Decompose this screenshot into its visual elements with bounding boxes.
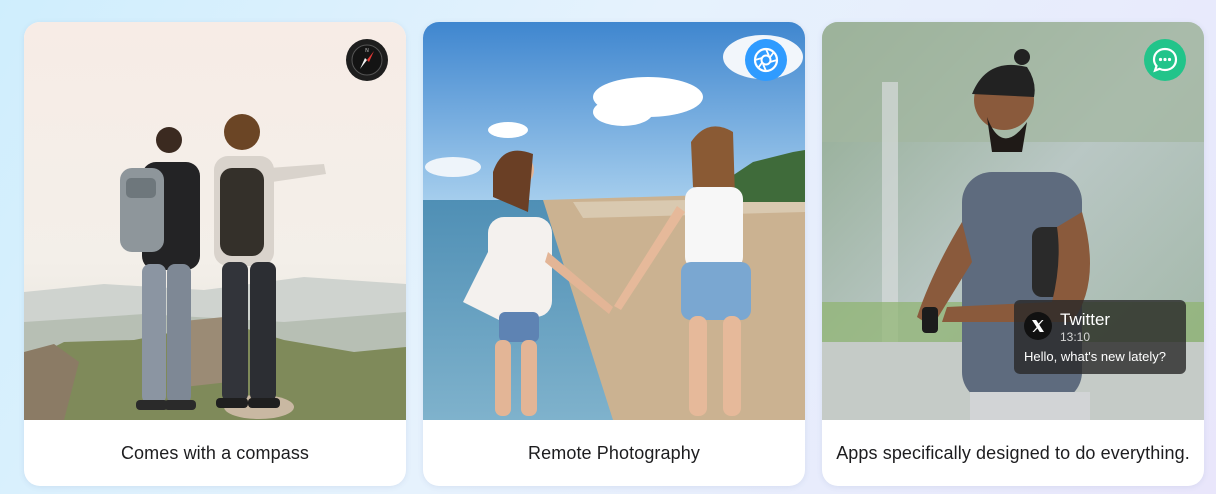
beach-photo [423, 22, 805, 420]
feature-card-apps[interactable]: Twitter 13:10 Hello, what's new lately? … [822, 22, 1204, 486]
feature-card-compass[interactable]: N Comes with a compass [24, 22, 406, 486]
camera-shutter-icon [753, 47, 779, 73]
photography-badge[interactable] [745, 39, 787, 81]
compass-badge[interactable]: N [346, 39, 388, 81]
beach-illustration [423, 22, 805, 420]
compass-icon: N [351, 44, 383, 76]
card-caption-apps: Apps specifically designed to do everyth… [836, 442, 1190, 463]
notification-time: 13:10 [1060, 330, 1091, 344]
feature-card-photography[interactable]: Remote Photography [423, 22, 805, 486]
card-caption-photography: Remote Photography [528, 442, 700, 463]
hikers-photo: N [24, 22, 406, 420]
svg-text:N: N [365, 48, 369, 54]
chat-bubble-icon [1152, 47, 1178, 73]
apps-badge[interactable] [1144, 39, 1186, 81]
hikers-illustration [24, 22, 406, 420]
twitter-notification[interactable]: Twitter 13:10 Hello, what's new lately? [1014, 300, 1186, 374]
notification-title: Twitter [1060, 310, 1111, 329]
card-caption-compass: Comes with a compass [120, 442, 310, 463]
notification-message: Hello, what's new lately? [1024, 349, 1166, 364]
x-logo-icon [1024, 312, 1052, 340]
feature-cards: N Comes with a compass Remote Photograph… [0, 0, 1216, 494]
runner-photo: Twitter 13:10 Hello, what's new lately? [822, 22, 1204, 420]
